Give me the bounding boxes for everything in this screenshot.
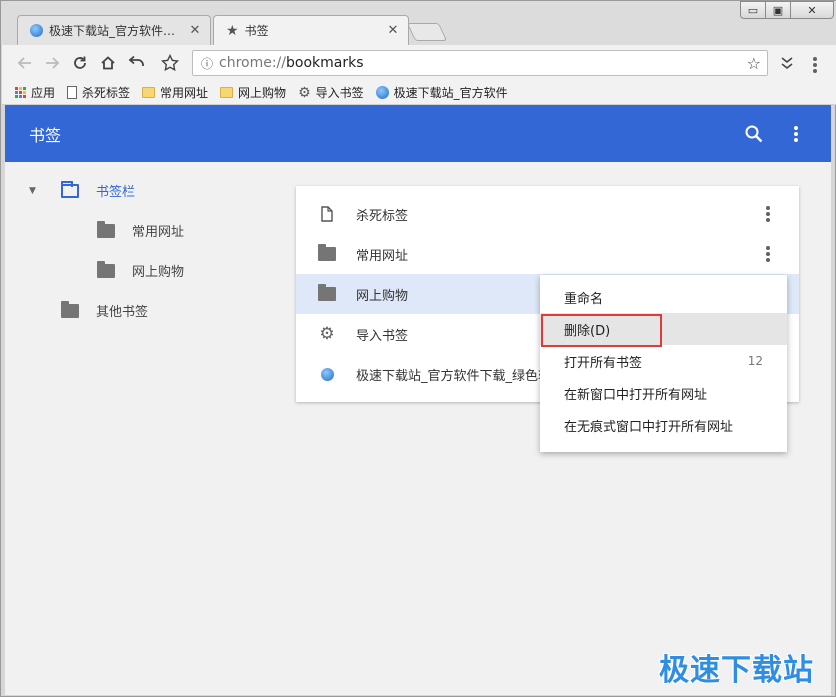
close-window-button[interactable]: ✕ [790, 1, 834, 19]
sidebar-item-common-sites[interactable]: 常用网址 [97, 220, 185, 240]
list-item-label: 常用网址 [356, 248, 409, 264]
bookmark-folder-common[interactable]: 常用网址 [142, 84, 208, 101]
gear-icon: ⚙ [319, 324, 335, 344]
tab-title: 书签 [244, 24, 269, 38]
folder-icon [142, 87, 156, 98]
maximize-button[interactable]: ▣ [765, 1, 791, 19]
bookmark-apps[interactable]: 应用 [14, 84, 55, 101]
bookmarks-bar: 应用 杀死标签 常用网址 网上购物 ⚙ 导入书签 极速下载站_官方软件 [2, 81, 836, 105]
menu-item-label: 打开所有书签 [564, 355, 643, 371]
bookmark-label: 杀死标签 [82, 86, 131, 100]
folder-icon [220, 87, 234, 98]
sidebar-item-other-bookmarks[interactable]: 其他书签 [61, 300, 149, 320]
url-text: chrome://bookmarks [219, 55, 364, 71]
bookmark-label: 应用 [31, 86, 56, 100]
reload-icon[interactable] [67, 51, 93, 75]
sidebar-item-label: 书签栏 [96, 185, 136, 200]
list-item-label: 导入书签 [356, 328, 409, 344]
tab-strip: 极速下载站_官方软件下载 ✕ ★ 书签 ✕ ▭ ▣ ✕ [1, 1, 836, 45]
menu-item-label: 重命名 [564, 291, 604, 307]
menu-item-rename[interactable]: 重命名 [540, 281, 787, 313]
info-icon[interactable]: ⓘ [195, 55, 219, 72]
folder-icon [97, 260, 115, 278]
sidebar-item-label: 网上购物 [132, 265, 185, 280]
bookmark-import[interactable]: ⚙ 导入书签 [298, 84, 364, 101]
globe-icon [375, 86, 389, 99]
star-icon[interactable] [157, 51, 183, 75]
sidebar-item-label: 其他书签 [96, 305, 149, 320]
bookmark-label: 极速下载站_官方软件 [393, 86, 508, 100]
menu-dots-icon[interactable] [802, 51, 828, 75]
globe-icon [30, 24, 43, 37]
list-item[interactable]: 杀死标签 [296, 194, 799, 234]
menu-item-label: 在无痕式窗口中打开所有网址 [564, 419, 734, 435]
tab-jisu[interactable]: 极速下载站_官方软件下载 ✕ [17, 15, 211, 45]
bookmark-count: 12 [747, 354, 763, 368]
star-icon: ★ [226, 22, 239, 39]
bookmarks-page: 书签 ▼ 书签栏 常用网址 网上购物 其他书签 杀死标签 常用网址 网上购物 ⚙… [5, 105, 831, 695]
delete-highlight-box [541, 314, 662, 347]
bookmark-folder-shopping[interactable]: 网上购物 [220, 84, 286, 101]
list-item-label: 网上购物 [356, 288, 409, 304]
context-menu: 重命名 删除(D) 打开所有书签 12 在新窗口中打开所有网址 在无痕式窗口中打… [540, 275, 787, 452]
undo-icon[interactable] [123, 51, 149, 75]
bookmark-label: 导入书签 [315, 86, 364, 100]
globe-icon [318, 366, 336, 382]
tab-close-icon[interactable]: ✕ [386, 23, 400, 38]
app-header: 书签 [5, 105, 831, 162]
overflow-chevron-icon[interactable] [774, 51, 800, 75]
list-item[interactable]: 常用网址 [296, 234, 799, 274]
menu-item-open-all-new-window[interactable]: 在新窗口中打开所有网址 [540, 377, 787, 409]
folder-icon [61, 180, 79, 198]
more-options-icon[interactable] [760, 242, 776, 266]
page-icon [67, 86, 78, 99]
menu-item-open-all-incognito[interactable]: 在无痕式窗口中打开所有网址 [540, 409, 787, 441]
bookmark-label: 网上购物 [238, 86, 287, 100]
expand-arrow-icon[interactable]: ▼ [29, 186, 41, 196]
page-icon [318, 206, 336, 222]
bookmark-jisu[interactable]: 极速下载站_官方软件 [375, 84, 508, 101]
menu-item-open-all[interactable]: 打开所有书签 12 [540, 345, 787, 377]
folder-icon [318, 244, 336, 262]
address-bar[interactable]: ⓘ chrome://bookmarks ☆ [192, 50, 768, 76]
tab-title: 极速下载站_官方软件下载 [49, 24, 184, 38]
more-options-icon[interactable] [760, 202, 776, 226]
tab-close-icon[interactable]: ✕ [188, 23, 202, 38]
sidebar-item-bookmarks-bar[interactable]: ▼ 书签栏 [29, 180, 136, 200]
sidebar-item-shopping[interactable]: 网上购物 [97, 260, 185, 280]
search-icon[interactable] [743, 123, 765, 145]
more-options-icon[interactable] [788, 122, 804, 146]
page-title: 书签 [29, 125, 62, 145]
bookmark-star-icon[interactable]: ☆ [747, 54, 761, 73]
sidebar-item-label: 常用网址 [132, 225, 185, 240]
toolbar: ⓘ chrome://bookmarks ☆ [2, 45, 836, 81]
minimize-button[interactable]: ▭ [740, 1, 766, 19]
gear-icon: ⚙ [298, 84, 311, 101]
menu-item-label: 在新窗口中打开所有网址 [564, 387, 708, 403]
bookmark-label: 常用网址 [160, 86, 209, 100]
bookmark-kill-tabs[interactable]: 杀死标签 [67, 84, 130, 101]
list-item-label: 杀死标签 [356, 208, 409, 224]
folder-icon [318, 284, 336, 302]
apps-grid-icon [14, 86, 26, 99]
home-icon[interactable] [95, 51, 121, 75]
watermark-logo: 极速下载站 [659, 653, 814, 688]
forward-arrow-icon[interactable] [39, 51, 65, 75]
tab-bookmarks[interactable]: ★ 书签 ✕ [213, 15, 409, 45]
new-tab-button[interactable] [406, 23, 448, 41]
back-arrow-icon[interactable] [12, 51, 38, 75]
list-item-label: 极速下载站_官方软件下载_绿色软 [356, 368, 546, 384]
folder-icon [61, 300, 79, 318]
folder-icon [97, 220, 115, 238]
